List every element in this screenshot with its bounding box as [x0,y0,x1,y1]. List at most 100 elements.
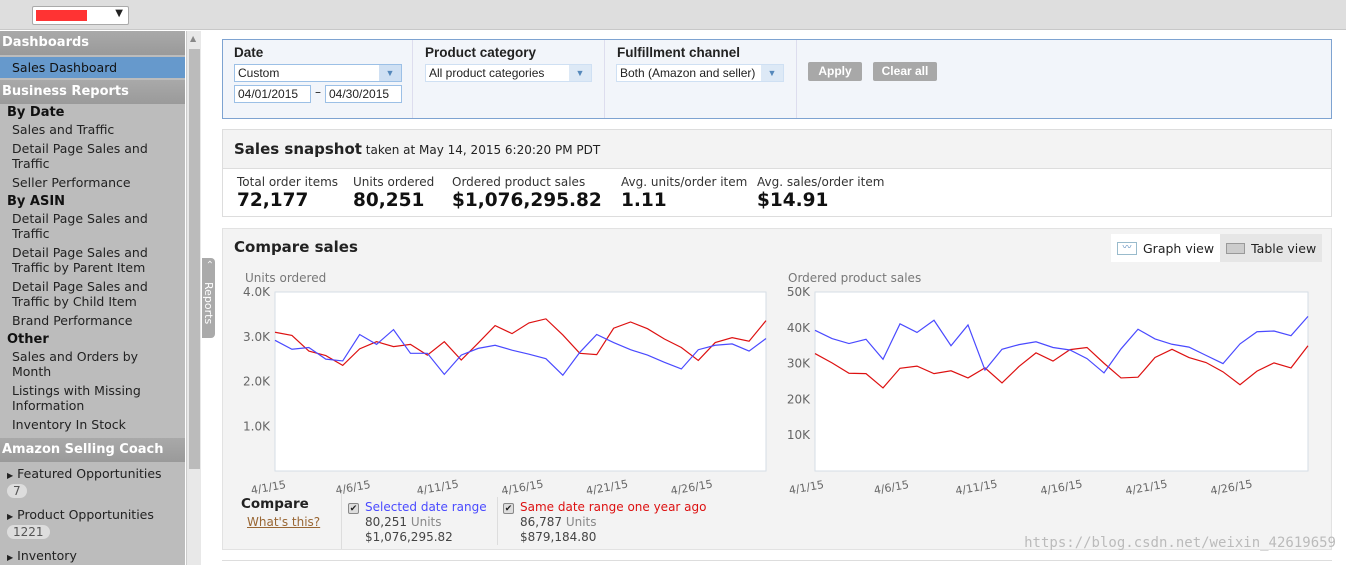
snapshot-title: Sales snapshot [234,140,362,158]
chevron-down-icon: ▼ [379,65,401,81]
end-date-input[interactable]: 04/30/2015 [325,85,402,103]
triangle-right-icon: ▶ [7,471,14,480]
sidebar-item-featured-opportunities[interactable]: ▶ Featured Opportunities 7 [0,462,185,503]
selected-range-legend: ✔ Selected date range 80,251 Units $1,076… [348,500,487,545]
line-graph-icon: 〰 [1117,241,1137,255]
sidebar: Dashboards Sales Dashboard Business Repo… [0,31,185,565]
table-icon [1226,242,1246,254]
date-range-select[interactable]: Custom ▼ [234,64,402,82]
metric-ordered-product-sales: Ordered product sales $1,076,295.82 [452,175,602,211]
units-ordered-chart: 1.0K2.0K3.0K4.0K4/1/15 4/6/15 4/11/15 4/16/… [243,285,767,498]
x-tick-label: 4/11/15 [416,477,460,497]
count-badge: 1221 [7,525,50,539]
sidebar-group-other: Other [7,332,49,347]
whats-this-link[interactable]: What's this? [247,515,320,529]
sidebar-scrollbar[interactable]: ▲ [186,31,201,565]
y-tick-label: 30K [787,357,811,371]
start-date-input[interactable]: 04/01/2015 [234,85,311,103]
y-tick-label: 4.0K [243,285,271,299]
date-filter: Date Custom ▼ 04/01/2015 – 04/30/2015 [223,40,413,118]
x-tick-label: 4/1/15 [250,478,287,497]
compare-label: Compare [241,496,309,512]
table-view-label: Table view [1251,240,1317,256]
sidebar-item[interactable]: Detail Page Sales and Traffic [0,210,185,244]
sidebar-item[interactable]: Detail Page Sales and Traffic by Parent … [0,244,185,278]
table-view-button[interactable]: Table view [1220,234,1323,262]
redacted-marketplace-name [36,10,87,21]
channel-label: Fulfillment channel [617,45,741,60]
graph-view-button[interactable]: 〰 Graph view [1111,234,1221,262]
compare-title: Compare sales [234,238,358,256]
sidebar-item-product-opportunities[interactable]: ▶ Product Opportunities 1221 [0,503,185,544]
sidebar-item[interactable]: Inventory In Stock [0,416,185,435]
reports-tab-label: Reports [202,282,215,325]
y-tick-label: 2.0K [243,375,271,389]
metric-avg-sales: Avg. sales/order item $14.91 [757,175,885,211]
x-tick-label: 4/6/15 [873,478,910,497]
y-tick-label: 20K [787,392,811,406]
scroll-up-icon[interactable]: ▲ [190,34,196,43]
sales-chart: 10K 20K 30K 40K 50K 4/1/15 4/6/15 4/11/15 4/16/1… [787,285,1309,498]
previous-range-checkbox[interactable]: ✔ [503,503,514,514]
x-tick-label: 4/21/15 [585,477,629,497]
channel-select[interactable]: Both (Amazon and seller) ▼ [616,64,784,82]
units-word: Units [565,515,597,529]
divider [341,494,342,549]
compare-sales-panel: Compare sales 〰 Graph view Table view Uni… [222,228,1332,550]
clear-all-button[interactable]: Clear all [873,62,937,81]
previous-sales: $879,184.80 [520,530,597,544]
category-label: Product category [425,45,537,60]
y-tick-label: 3.0K [243,330,271,344]
apply-button[interactable]: Apply [808,62,862,81]
previous-units: 86,787 [520,515,562,529]
category-filter: Product category All product categories ▼ [414,40,605,118]
metric-total-order-items: Total order items 72,177 [237,175,339,211]
chevron-down-icon: ▼ [569,65,591,81]
plot-area [274,291,767,472]
units-word: Units [410,515,442,529]
sidebar-item[interactable]: Detail Page Sales and Traffic [0,140,185,174]
x-tick-label: 4/1/15 [788,478,825,497]
chevron-down-icon: ▼ [761,65,783,81]
sidebar-group-by-asin: By ASIN [7,194,66,209]
reports-collapse-tab[interactable]: ‹ Reports [202,258,215,338]
y-tick-label: 10K [787,428,811,442]
sidebar-item[interactable]: Listings with Missing Information [0,382,185,416]
sidebar-item[interactable]: Sales and Traffic [0,121,185,140]
chevron-left-icon: ‹ [204,260,215,264]
x-tick-label: 4/16/15 [500,477,544,497]
filter-panel: Date Custom ▼ 04/01/2015 – 04/30/2015 Pro… [222,39,1332,119]
sidebar-item-sales-dashboard[interactable]: Sales Dashboard [0,57,185,78]
sidebar-item[interactable]: Detail Page Sales and Traffic by Child I… [0,278,185,312]
marketplace-select[interactable]: ▼ [32,6,129,25]
sidebar-section-selling-coach: Amazon Selling Coach [0,438,185,462]
metric-avg-units: Avg. units/order item 1.11 [621,175,748,211]
next-panel-edge [222,560,1332,565]
selected-sales: $1,076,295.82 [365,530,453,544]
selected-units: 80,251 [365,515,407,529]
sidebar-item[interactable]: Sales and Orders by Month [0,348,185,382]
sidebar-item[interactable]: Seller Performance [0,174,185,193]
compare-legend: Compare What's this? [241,496,320,529]
item-label: Featured Opportunities [17,466,162,481]
snapshot-timestamp: taken at May 14, 2015 6:20:20 PM PDT [365,143,601,157]
selected-range-label: Selected date range [365,500,487,514]
scrollbar-thumb[interactable] [189,49,200,469]
count-badge: 7 [7,484,27,498]
category-value: All product categories [429,66,545,80]
sidebar-item-inventory[interactable]: ▶ Inventory [0,544,185,565]
x-tick-label: 4/11/15 [954,477,998,497]
top-bar: ▼ [0,0,1346,30]
x-tick-label: 4/26/15 [670,477,714,497]
item-label: Inventory [17,548,77,563]
date-range-value: Custom [238,66,280,80]
sidebar-section-dashboards: Dashboards [0,31,185,55]
channel-filter: Fulfillment channel Both (Amazon and sel… [606,40,797,118]
watermark: https://blog.csdn.net/weixin_42619659 [1024,535,1336,551]
category-select[interactable]: All product categories ▼ [425,64,592,82]
y-tick-label: 50K [787,285,811,299]
x-tick-label: 4/21/15 [1124,477,1168,497]
previous-range-legend: ✔ Same date range one year ago 86,787 Uni… [503,500,706,545]
sidebar-item[interactable]: Brand Performance [0,312,185,331]
selected-range-checkbox[interactable]: ✔ [348,503,359,514]
